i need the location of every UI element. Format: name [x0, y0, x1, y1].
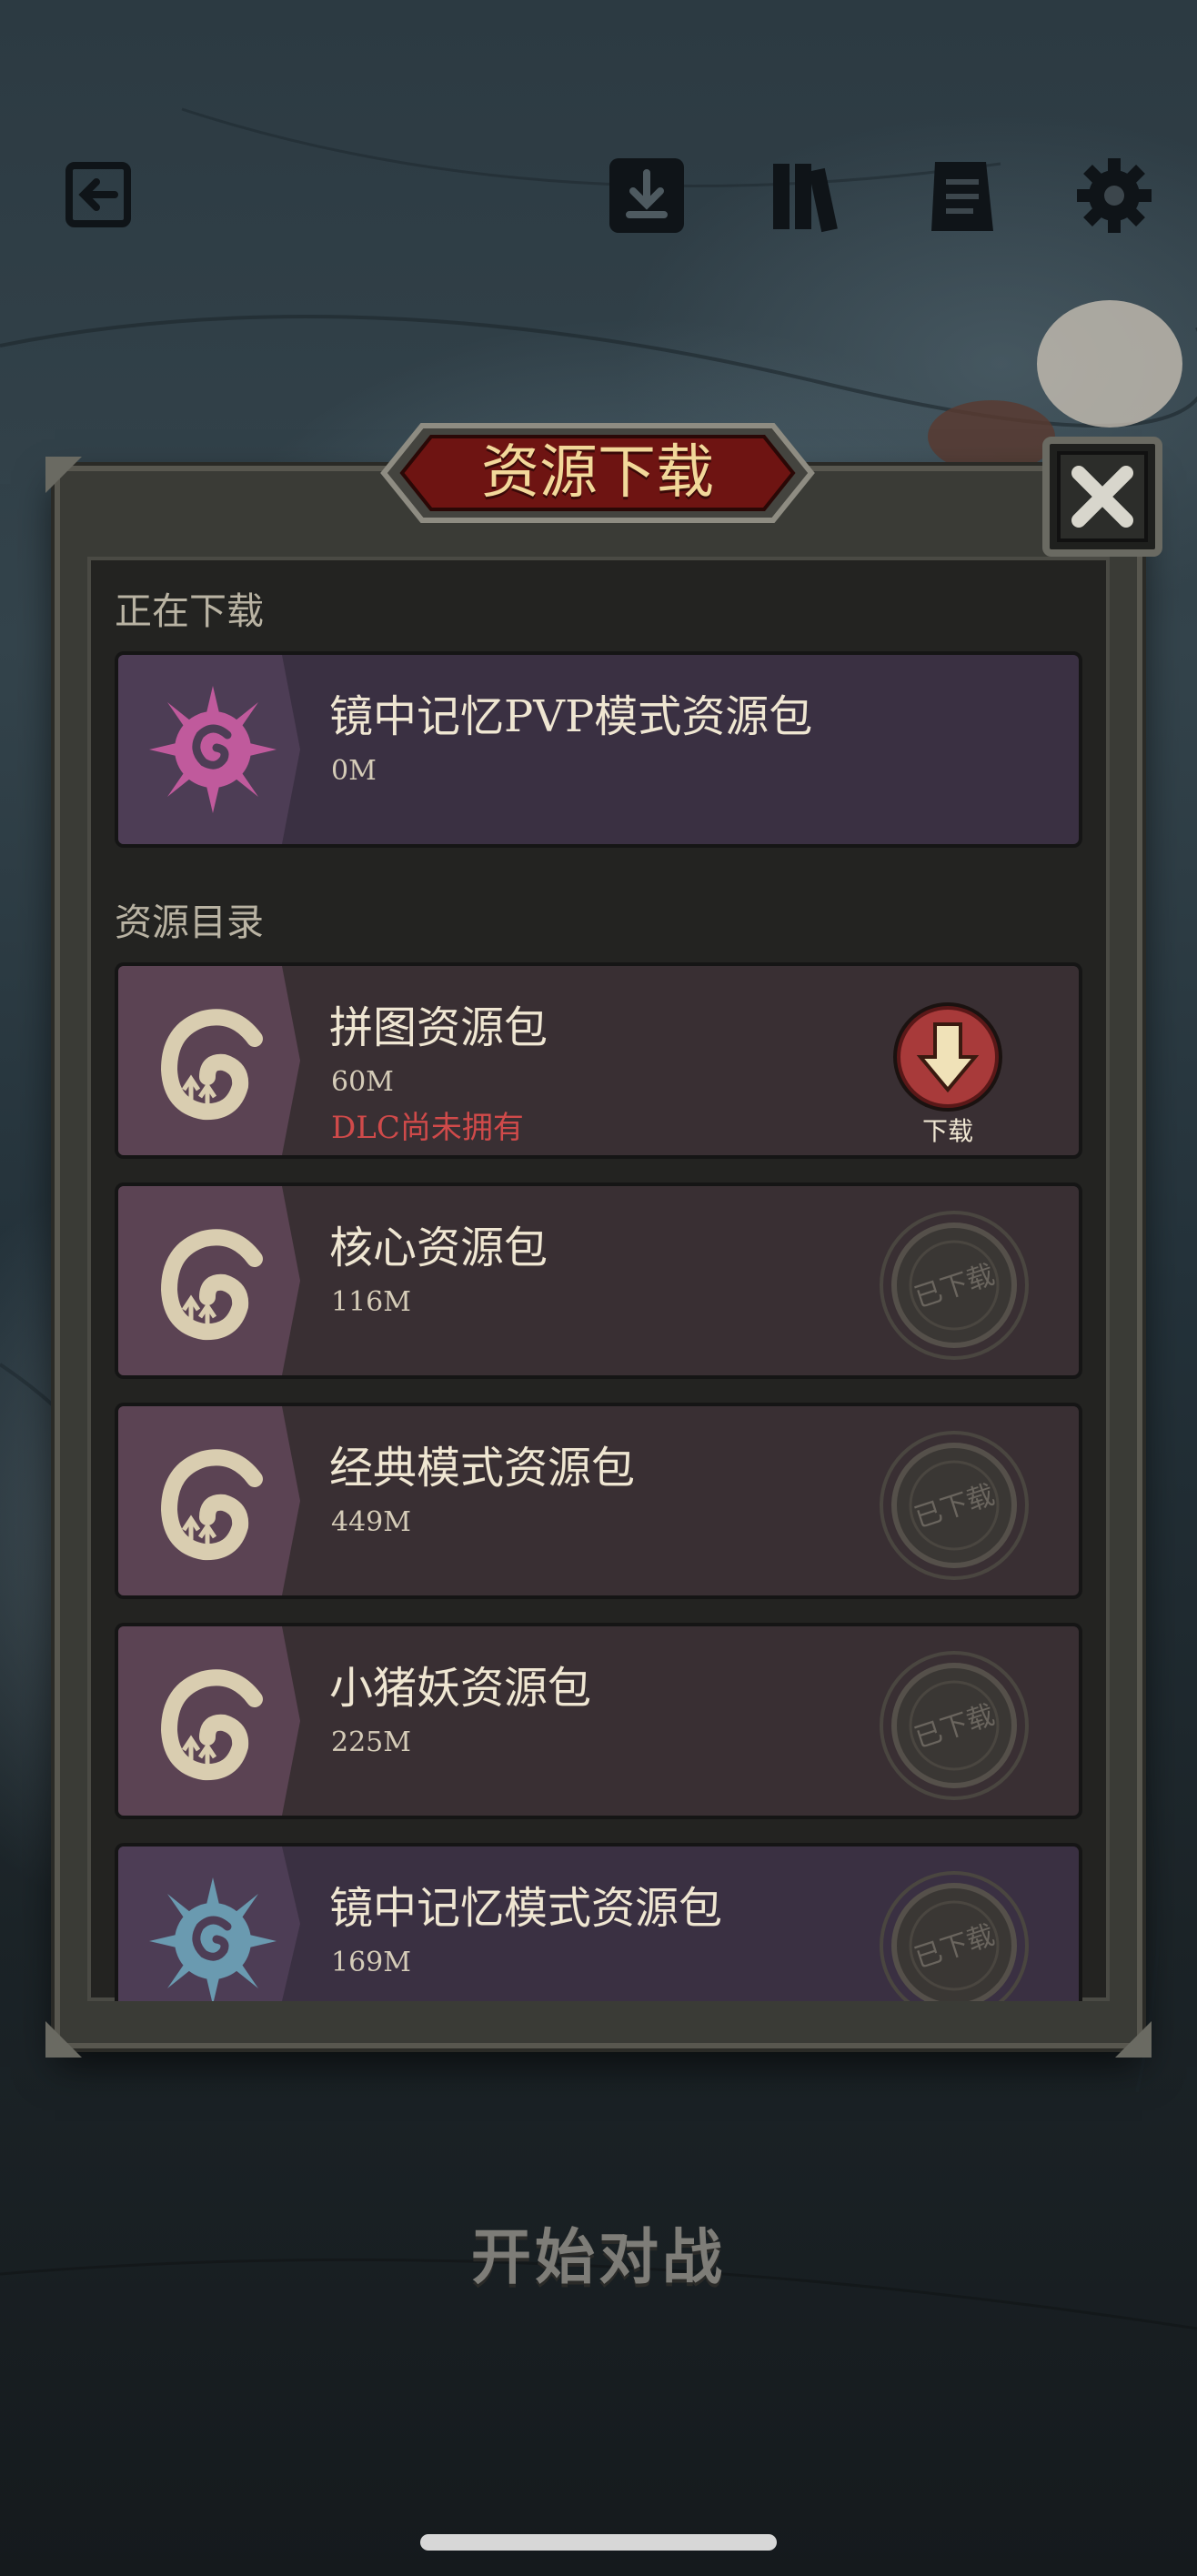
- moon-emblem-icon: [144, 1432, 282, 1570]
- item-size: 0M: [331, 755, 377, 787]
- section-label-downloading: 正在下载: [115, 589, 264, 633]
- item-name: 拼图资源包: [329, 1002, 548, 1053]
- catalog-item-puzzle[interactable]: 拼图资源包 60M DLC尚未拥有 下载: [115, 962, 1082, 1159]
- books-icon[interactable]: [768, 155, 850, 236]
- notes-icon[interactable]: [922, 155, 1004, 236]
- item-size: 449M: [331, 1506, 411, 1538]
- moon-emblem-icon: [144, 1212, 282, 1350]
- moon-emblem-icon: [144, 991, 282, 1130]
- catalog-item-classic[interactable]: 经典模式资源包 449M 已下载: [115, 1403, 1082, 1599]
- spiky-pink-emblem-icon: [144, 680, 282, 819]
- corner-ornament: [45, 2021, 82, 2058]
- item-name: 镜中记忆PVP模式资源包: [329, 691, 813, 742]
- corner-ornament: [45, 457, 82, 493]
- catalog-item-mirror-memory[interactable]: 镜中记忆模式资源包 169M 已下载: [115, 1843, 1082, 2001]
- download-arrow-icon: [893, 1002, 1002, 1112]
- catalog-item-core[interactable]: 核心资源包 116M 已下载: [115, 1182, 1082, 1379]
- item-name: 核心资源包: [329, 1223, 548, 1273]
- dlc-warning: DLC尚未拥有: [331, 1110, 524, 1146]
- downloaded-stamp: 已下载: [877, 1428, 1031, 1583]
- downloaded-stamp: 已下载: [877, 1208, 1031, 1363]
- close-button[interactable]: [1041, 435, 1164, 558]
- item-name: 小猪妖资源包: [329, 1663, 592, 1714]
- dialog-title: 资源下载: [481, 439, 714, 507]
- exit-icon[interactable]: [60, 155, 142, 236]
- close-icon: [1042, 437, 1162, 557]
- spiky-blue-emblem-icon: [144, 1872, 282, 2001]
- corner-ornament: [1115, 2021, 1152, 2058]
- gear-icon[interactable]: [1073, 155, 1155, 236]
- downloaded-stamp: 已下载: [877, 1648, 1031, 1803]
- home-indicator[interactable]: [420, 2534, 777, 2551]
- item-name: 经典模式资源包: [329, 1443, 636, 1494]
- catalog-item-piggy[interactable]: 小猪妖资源包 225M 已下载: [115, 1623, 1082, 1819]
- item-name: 镜中记忆模式资源包: [329, 1883, 723, 1934]
- download-icon[interactable]: [606, 155, 688, 236]
- item-size: 60M: [331, 1066, 394, 1098]
- section-label-catalog: 资源目录: [115, 901, 264, 944]
- item-size: 116M: [331, 1286, 411, 1318]
- downloading-item[interactable]: 镜中记忆PVP模式资源包 0M: [115, 651, 1082, 848]
- download-button[interactable]: [890, 999, 1006, 1115]
- item-size: 169M: [331, 1947, 411, 1978]
- moon-emblem-icon: [144, 1652, 282, 1790]
- download-button-label[interactable]: 下载: [891, 1112, 1004, 1148]
- start-battle-button[interactable]: 开始对战: [0, 2209, 1197, 2296]
- item-size: 225M: [331, 1726, 411, 1758]
- downloaded-stamp: 已下载: [877, 1868, 1031, 2001]
